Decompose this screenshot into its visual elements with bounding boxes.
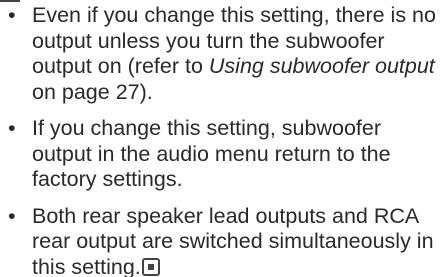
manual-page: • Even if you change this setting, there… [0,0,448,277]
note-item-subwoofer-output: • Even if you change this setting, there… [0,3,448,105]
cross-reference: Using subwoofer output [208,54,435,78]
note-item-factory-settings: • If you change this setting, subwoofer … [0,116,448,193]
note-text: If you change this setting, subwoofer ou… [32,116,391,191]
bullet-icon: • [8,116,16,140]
bullet-icon: • [8,203,16,228]
note-item-rear-output: • Both rear speaker lead outputs and RCA… [0,204,448,277]
note-text-end: on page 27). [32,79,153,104]
bullet-icon: • [8,3,16,27]
top-rule [0,0,20,2]
notes-list: • Even if you change this setting, there… [0,3,448,277]
note-text: Both rear speaker lead outputs and RCA r… [32,203,434,277]
end-of-section-icon [141,257,160,276]
